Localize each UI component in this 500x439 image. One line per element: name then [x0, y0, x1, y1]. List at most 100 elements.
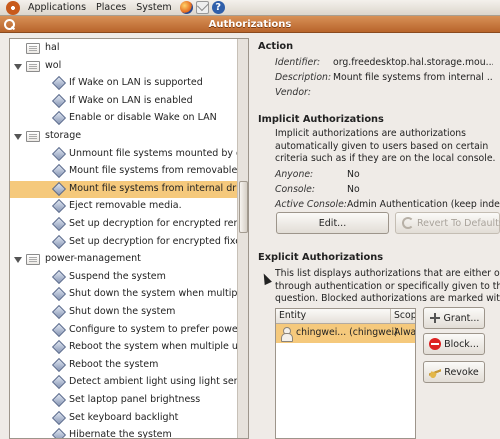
- explicit-desc-line-3: question. Blocked authorizations are mar…: [275, 293, 500, 304]
- entity-cell: chingwei... (chingwei): [296, 327, 398, 338]
- block-button[interactable]: Block...: [423, 333, 485, 355]
- action-diamond-icon: [51, 410, 67, 425]
- action-diamond-icon: [51, 357, 67, 372]
- revert-icon: [402, 217, 414, 229]
- tree-action-row[interactable]: Set up decryption for encrypted fixed st…: [10, 234, 237, 251]
- tree-row-label: hal: [45, 42, 60, 53]
- system-menu[interactable]: System: [131, 2, 176, 13]
- tree-action-row[interactable]: Set up decryption for encrypted removab: [10, 216, 237, 233]
- applications-menu[interactable]: Applications: [23, 2, 91, 13]
- revert-to-defaults-button[interactable]: Revert To Defaults: [395, 212, 500, 234]
- tree-row-label: storage: [45, 130, 82, 141]
- console-label: Console:: [275, 184, 316, 195]
- scope-column-header[interactable]: Scope: [391, 309, 415, 324]
- action-diamond-icon: [51, 322, 67, 337]
- tree-row-label: Unmount file systems mounted by other: [69, 147, 237, 159]
- edit-button[interactable]: Edit...: [276, 212, 389, 234]
- tree-action-row[interactable]: Configure to system to prefer power savi: [10, 322, 237, 339]
- window-title: Authorizations: [208, 18, 292, 30]
- revoke-button[interactable]: Revoke: [423, 361, 485, 383]
- ubuntu-logo-icon[interactable]: [6, 0, 20, 15]
- tree-action-row[interactable]: Set keyboard backlight: [10, 410, 237, 427]
- tree-folder-row[interactable]: power-management: [10, 251, 237, 268]
- expander-arrow-icon[interactable]: [14, 134, 22, 140]
- firefox-launcher-icon[interactable]: [179, 1, 193, 14]
- identifier-value: org.freedesktop.hal.storage.mou...: [333, 57, 493, 68]
- anyone-value: No: [347, 169, 360, 180]
- explicit-authorizations-list[interactable]: Entity Scope chingwei... (chingwei) Alwa…: [275, 308, 416, 439]
- tree-action-row[interactable]: Mount file systems from removable drive: [10, 163, 237, 180]
- action-heading: Action: [258, 41, 294, 52]
- implicit-desc-line-3: criteria such as if they are on the loca…: [275, 153, 496, 164]
- authorization-tree[interactable]: hal wol If Wake on LAN is supported If Wake…: [9, 38, 249, 439]
- tree-action-row[interactable]: Reboot the system when multiple users a: [10, 339, 237, 356]
- tree-row-label: Shut down the system: [69, 306, 176, 317]
- tree-action-row[interactable]: Set laptop panel brightness: [10, 392, 237, 409]
- tree-folder-row[interactable]: hal: [10, 40, 237, 57]
- vendor-label: Vendor:: [275, 87, 311, 98]
- edit-button-label: Edit...: [318, 217, 347, 229]
- revert-button-label: Revert To Defaults: [417, 217, 500, 229]
- tree-row-label: If Wake on LAN is enabled: [69, 94, 193, 106]
- tree-row-label: Mount file systems from removable drive: [69, 165, 237, 177]
- mail-launcher-icon[interactable]: [195, 1, 209, 14]
- tree-row-label: Set laptop panel brightness: [69, 394, 201, 405]
- tree-row-label: If Wake on LAN is supported: [69, 77, 203, 89]
- tree-action-row[interactable]: Hibernate the system: [10, 427, 237, 438]
- action-diamond-icon: [51, 93, 67, 108]
- tree-row-label: Configure to system to prefer power savi: [69, 323, 237, 335]
- help-launcher-icon[interactable]: ?: [211, 1, 225, 14]
- expander-arrow-icon[interactable]: [14, 63, 22, 70]
- tree-row-label: Reboot the system: [69, 358, 159, 370]
- tree-action-row[interactable]: Unmount file systems mounted by other: [10, 146, 237, 163]
- action-diamond-icon: [51, 428, 67, 438]
- scope-cell: Alway: [394, 327, 416, 338]
- revoke-button-label: Revoke: [444, 366, 479, 378]
- block-button-label: Block...: [444, 338, 479, 350]
- identifier-label: Identifier:: [275, 57, 321, 68]
- entity-column-header[interactable]: Entity: [276, 309, 391, 324]
- tree-row-label: Mount file systems from internal drives.: [69, 182, 237, 194]
- action-diamond-icon: [51, 340, 67, 355]
- anyone-label: Anyone:: [275, 169, 314, 180]
- scrollbar-thumb[interactable]: [239, 181, 248, 233]
- places-menu[interactable]: Places: [91, 2, 131, 13]
- tree-row-label: Shut down the system when multiple use: [69, 288, 237, 300]
- active-console-value: Admin Authentication (keep indefi: [347, 199, 500, 210]
- explicit-desc-line-1: This list displays authorizations that a…: [275, 268, 500, 279]
- tree-action-row[interactable]: Enable or disable Wake on LAN: [10, 110, 237, 127]
- tree-action-row[interactable]: Suspend the system: [10, 269, 237, 286]
- tree-scrollbar[interactable]: [237, 39, 248, 438]
- user-avatar-icon: [280, 327, 293, 342]
- group-icon: [26, 60, 40, 72]
- action-diamond-icon: [51, 146, 67, 161]
- table-row[interactable]: chingwei... (chingwei) Alway: [276, 324, 416, 343]
- tree-action-row[interactable]: Detect ambient light using light sensor: [10, 374, 237, 391]
- action-diamond-icon: [51, 304, 67, 320]
- magnifier-icon: [4, 19, 15, 30]
- tree-action-row[interactable]: Mount file systems from internal drives.: [10, 180, 237, 198]
- tree-action-row[interactable]: Reboot the system: [10, 357, 237, 374]
- tree-row-label: wol: [45, 59, 62, 71]
- description-value: Mount file systems from internal ...: [333, 72, 493, 83]
- implicit-desc-line-2: automatically given to users based on ce…: [275, 140, 489, 152]
- tree-action-row[interactable]: Eject removable media.: [10, 198, 237, 215]
- tree-action-row[interactable]: If Wake on LAN is enabled: [10, 93, 237, 110]
- tree-action-row[interactable]: Shut down the system: [10, 304, 237, 321]
- group-icon: [26, 43, 40, 54]
- tree-row-label: Eject removable media.: [69, 200, 182, 212]
- console-value: No: [347, 184, 360, 195]
- action-diamond-icon: [51, 181, 67, 196]
- group-icon: [26, 254, 40, 266]
- tree-row-label: Detect ambient light using light sensor: [69, 376, 237, 388]
- explicit-heading: Explicit Authorizations: [258, 252, 384, 263]
- expander-arrow-icon[interactable]: [14, 257, 22, 264]
- window-titlebar[interactable]: Authorizations: [0, 16, 500, 33]
- action-diamond-icon: [51, 164, 67, 179]
- broom-icon: [429, 366, 442, 378]
- tree-folder-row[interactable]: storage: [10, 128, 237, 145]
- tree-action-row[interactable]: If Wake on LAN is supported: [10, 75, 237, 92]
- tree-folder-row[interactable]: wol: [10, 58, 237, 75]
- grant-button[interactable]: Grant...: [423, 307, 485, 329]
- tree-action-row[interactable]: Shut down the system when multiple use: [10, 286, 237, 303]
